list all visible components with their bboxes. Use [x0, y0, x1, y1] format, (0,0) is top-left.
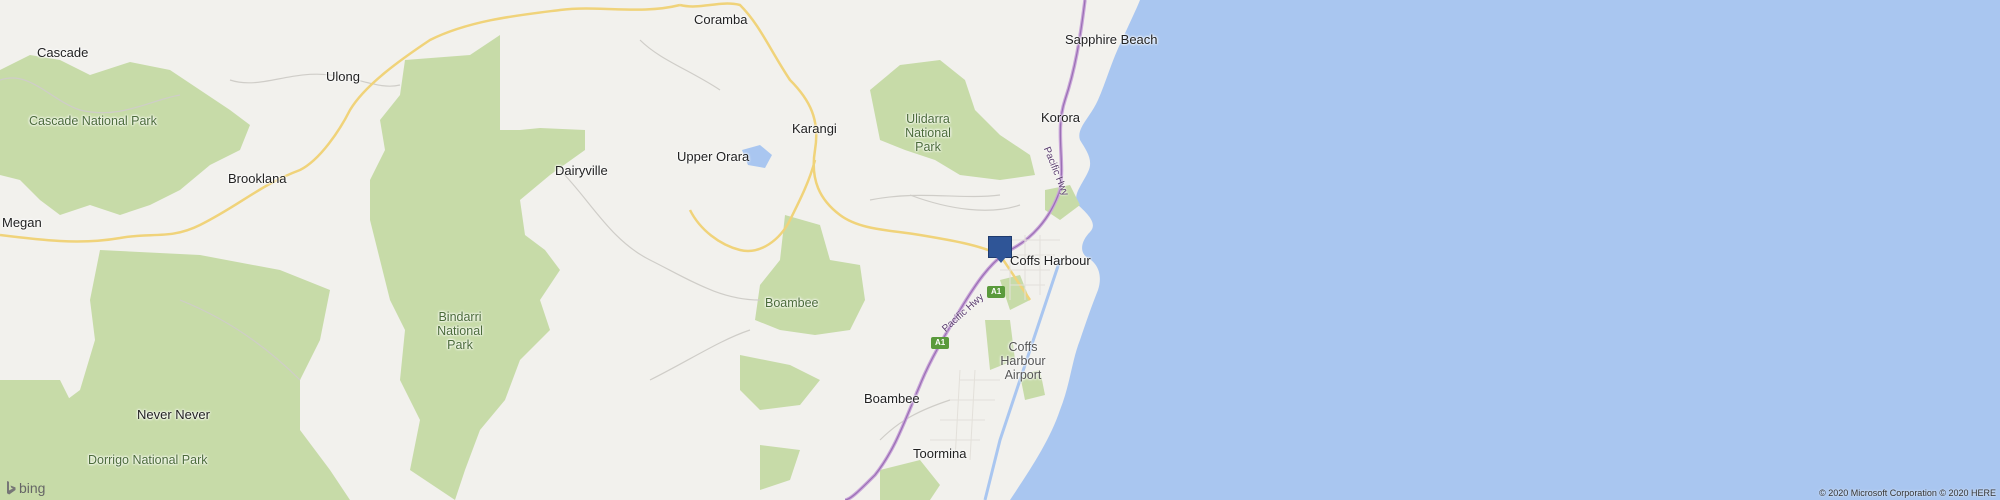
- ocean: [1010, 0, 2000, 500]
- map-view[interactable]: Coramba Sapphire Beach Cascade Ulong Cas…: [0, 0, 2000, 500]
- park-bindarri-line3: Park: [447, 338, 473, 352]
- place-boambee: Boambee: [864, 391, 920, 406]
- park-ulidarra-line2: National: [905, 126, 951, 140]
- place-coffs-harbour: Coffs Harbour: [1010, 253, 1091, 268]
- bing-logo: bing: [6, 480, 45, 496]
- a1-shield-north: A1: [987, 286, 1006, 298]
- place-korora: Korora: [1041, 110, 1081, 125]
- park-bindarri-line2: National: [437, 324, 483, 338]
- poi-coffs-harbour-airport: Coffs Harbour Airport: [994, 340, 1052, 382]
- park-dorrigo-np: Dorrigo National Park: [88, 453, 208, 467]
- place-brooklana: Brooklana: [228, 171, 287, 186]
- poi-airport-line1: Coffs: [1008, 340, 1038, 354]
- poi-airport-line2: Harbour: [1000, 354, 1046, 368]
- place-megan: Megan: [2, 215, 42, 230]
- park-ulidarra-np: Ulidarra National Park: [898, 112, 958, 154]
- park-bindarri-line1: Bindarri: [438, 310, 482, 324]
- park-ulidarra-line1: Ulidarra: [906, 112, 950, 126]
- place-ulong: Ulong: [326, 69, 360, 84]
- place-toormina: Toormina: [913, 446, 967, 461]
- place-karangi: Karangi: [792, 121, 837, 136]
- park-boambee-forest: Boambee: [765, 296, 819, 310]
- park-ulidarra-line3: Park: [915, 140, 941, 154]
- a1-shield-south: A1: [931, 337, 950, 349]
- place-sapphire-beach: Sapphire Beach: [1065, 32, 1158, 47]
- place-coramba: Coramba: [694, 12, 748, 27]
- place-dairyville: Dairyville: [555, 163, 608, 178]
- park-bindarri-np: Bindarri National Park: [430, 310, 490, 352]
- bing-wordmark: bing: [19, 480, 46, 496]
- copyright-notice: © 2020 Microsoft Corporation © 2020 HERE: [1819, 488, 1996, 498]
- bing-icon: [7, 481, 16, 495]
- place-cascade: Cascade: [37, 45, 89, 60]
- poi-airport-line3: Airport: [1004, 368, 1042, 382]
- place-upper-orara: Upper Orara: [677, 149, 750, 164]
- place-never-never: Never Never: [137, 407, 210, 422]
- location-pin-marker[interactable]: [988, 236, 1012, 263]
- park-cascade-np: Cascade National Park: [29, 114, 157, 128]
